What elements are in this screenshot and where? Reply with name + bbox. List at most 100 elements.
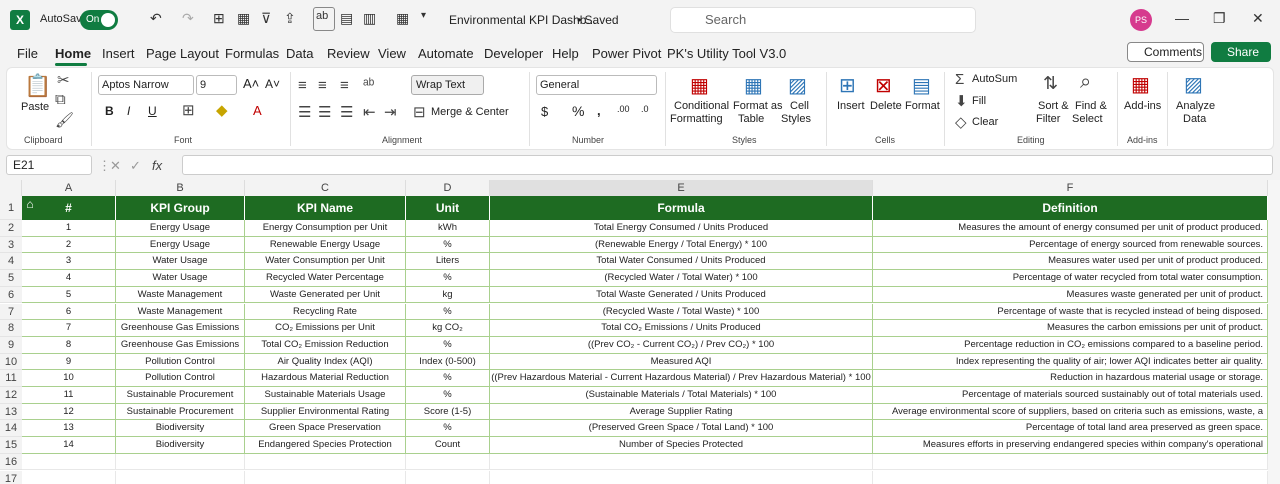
table-cell[interactable]: Index representing the quality of air; l…	[873, 353, 1268, 371]
form-icon[interactable]: ▤	[340, 10, 353, 27]
table-cell[interactable]: 5	[22, 286, 116, 304]
table-cell[interactable]: Sustainable Procurement	[116, 387, 245, 404]
table-cell[interactable]: Hazardous Material Reduction	[245, 370, 406, 387]
table-cell[interactable]: Green Space Preservation	[245, 420, 406, 438]
table-cell[interactable]: (Preserved Green Space / Total Land) * 1…	[490, 420, 873, 438]
find-label[interactable]: Find &	[1075, 100, 1107, 112]
autosave-toggle[interactable]: On	[80, 10, 118, 30]
home-icon[interactable]: ⌂	[23, 197, 37, 211]
insert-cells-label[interactable]: Insert	[837, 100, 865, 112]
table-cell[interactable]: Total Waste Generated / Units Produced	[490, 286, 873, 304]
table-cell[interactable]: (Recycled Waste / Total Waste) * 100	[490, 303, 873, 321]
table-cell[interactable]: Score (1-5)	[406, 403, 490, 421]
table-icon[interactable]: ▦	[237, 10, 250, 27]
table-cell[interactable]: Measures water used per unit of product …	[873, 253, 1268, 271]
table-cell[interactable]: (Recycled Water / Total Water) * 100	[490, 270, 873, 287]
row-header-15[interactable]: 15	[0, 437, 22, 454]
close-icon[interactable]: ✕	[1252, 10, 1264, 27]
table-label[interactable]: Table	[738, 113, 764, 125]
table-cell[interactable]: Reduction in hazardous material usage or…	[873, 370, 1268, 387]
table-cell[interactable]: Number of Species Protected	[490, 437, 873, 454]
copy-icon[interactable]: ⧉	[55, 91, 66, 108]
tab-automate[interactable]: Automate	[418, 46, 474, 61]
empty-cell[interactable]	[873, 453, 1268, 471]
table-cell[interactable]: Percentage of materials sourced sustaina…	[873, 387, 1268, 404]
tab-power-pivot[interactable]: Power Pivot	[592, 46, 661, 61]
table-cell[interactable]: Percentage of total land area preserved …	[873, 420, 1268, 438]
row-header-13[interactable]: 13	[0, 403, 22, 421]
enter-icon[interactable]: ✓	[130, 158, 141, 174]
table-cell[interactable]: Water Usage	[116, 270, 245, 287]
underline-icon[interactable]: U	[148, 104, 157, 118]
sort-filter-icon[interactable]: ⇅	[1043, 73, 1058, 94]
table-cell[interactable]: Waste Management	[116, 286, 245, 304]
empty-cell[interactable]	[22, 453, 116, 471]
add-ins-icon[interactable]: ▦	[1131, 72, 1150, 97]
wrap-text-button[interactable]: Wrap Text	[411, 75, 484, 95]
row-header-16[interactable]: 16	[0, 453, 22, 471]
share-workbook-icon[interactable]: ⇪	[284, 10, 296, 27]
analyze-data-label[interactable]: Data	[1183, 113, 1206, 125]
tab-formulas[interactable]: Formulas	[225, 46, 279, 61]
comments-button[interactable]: Comments	[1127, 42, 1204, 62]
column-header-f[interactable]: F	[873, 180, 1268, 196]
autosum-icon[interactable]: Σ	[955, 71, 964, 88]
save-status[interactable]: • Saved	[577, 13, 619, 27]
table-cell[interactable]: Measures the amount of energy consumed p…	[873, 220, 1268, 237]
align-left-icon[interactable]: ☰	[298, 103, 311, 121]
empty-cell[interactable]	[116, 453, 245, 471]
table-cell[interactable]: Water Consumption per Unit	[245, 253, 406, 271]
abc-icon[interactable]: ab	[316, 10, 328, 22]
fill-icon[interactable]: ⬇	[955, 92, 968, 110]
table-cell[interactable]: %	[406, 420, 490, 438]
table-cell[interactable]: Index (0-500)	[406, 353, 490, 371]
table-cell[interactable]: Average Supplier Rating	[490, 403, 873, 421]
table-cell[interactable]: 2	[22, 236, 116, 254]
table-cell[interactable]: Total Energy Consumed / Units Produced	[490, 220, 873, 237]
table-cell[interactable]: Measures waste generated per unit of pro…	[873, 286, 1268, 304]
cut-icon[interactable]: ✂	[57, 71, 70, 89]
table-cell[interactable]: Pollution Control	[116, 370, 245, 387]
empty-cell[interactable]	[245, 453, 406, 471]
borders-icon[interactable]: ⊞	[213, 10, 225, 27]
row-header-9[interactable]: 9	[0, 336, 22, 354]
autosum-label[interactable]: AutoSum	[972, 73, 1017, 85]
table-cell[interactable]: kWh	[406, 220, 490, 237]
currency-icon[interactable]: $	[541, 104, 548, 119]
table-cell[interactable]: 12	[22, 403, 116, 421]
table-cell[interactable]: Waste Management	[116, 303, 245, 321]
bold-icon[interactable]: B	[105, 104, 114, 118]
align-right-icon[interactable]: ☰	[340, 103, 353, 121]
tab-home[interactable]: Home	[55, 46, 91, 61]
share-button[interactable]: Share	[1211, 42, 1271, 62]
merge-icon[interactable]: ⊟	[413, 103, 426, 121]
row-header-12[interactable]: 12	[0, 387, 22, 404]
tab-file[interactable]: File	[17, 46, 38, 61]
tab-page-layout[interactable]: Page Layout	[146, 46, 219, 61]
add-ins-button-label[interactable]: Add-ins	[1124, 100, 1161, 112]
table-cell[interactable]: 6	[22, 303, 116, 321]
tab-review[interactable]: Review	[327, 46, 370, 61]
table-cell[interactable]: 4	[22, 270, 116, 287]
format-as-table-icon[interactable]: ▦	[744, 73, 763, 98]
table-cell[interactable]: Measures the carbon emissions per unit o…	[873, 320, 1268, 337]
clear-icon[interactable]: ◇	[955, 113, 967, 131]
table-cell[interactable]: %	[406, 270, 490, 287]
table-cell[interactable]: Total CO₂ Emission Reduction	[245, 336, 406, 354]
clear-label[interactable]: Clear	[972, 116, 998, 128]
insert-function-icon[interactable]: fx	[152, 158, 162, 173]
table-cell[interactable]: Measured AQI	[490, 353, 873, 371]
empty-cell[interactable]	[116, 470, 245, 484]
sort-label[interactable]: Sort &	[1038, 100, 1069, 112]
table-cell[interactable]: 9	[22, 353, 116, 371]
select-label[interactable]: Select	[1072, 113, 1103, 125]
table-cell[interactable]: Greenhouse Gas Emissions	[116, 336, 245, 354]
tab-view[interactable]: View	[378, 46, 406, 61]
filter-label[interactable]: Filter	[1036, 113, 1060, 125]
table-cell[interactable]: Total CO₂ Emissions / Units Produced	[490, 320, 873, 337]
formula-input[interactable]	[182, 155, 1273, 175]
align-center-icon[interactable]: ☰	[318, 103, 331, 121]
table-cell[interactable]: 7	[22, 320, 116, 337]
grid-icon[interactable]: ▥	[363, 10, 376, 27]
table-cell[interactable]: ((Prev CO₂ - Current CO₂) / Prev CO₂) * …	[490, 336, 873, 354]
